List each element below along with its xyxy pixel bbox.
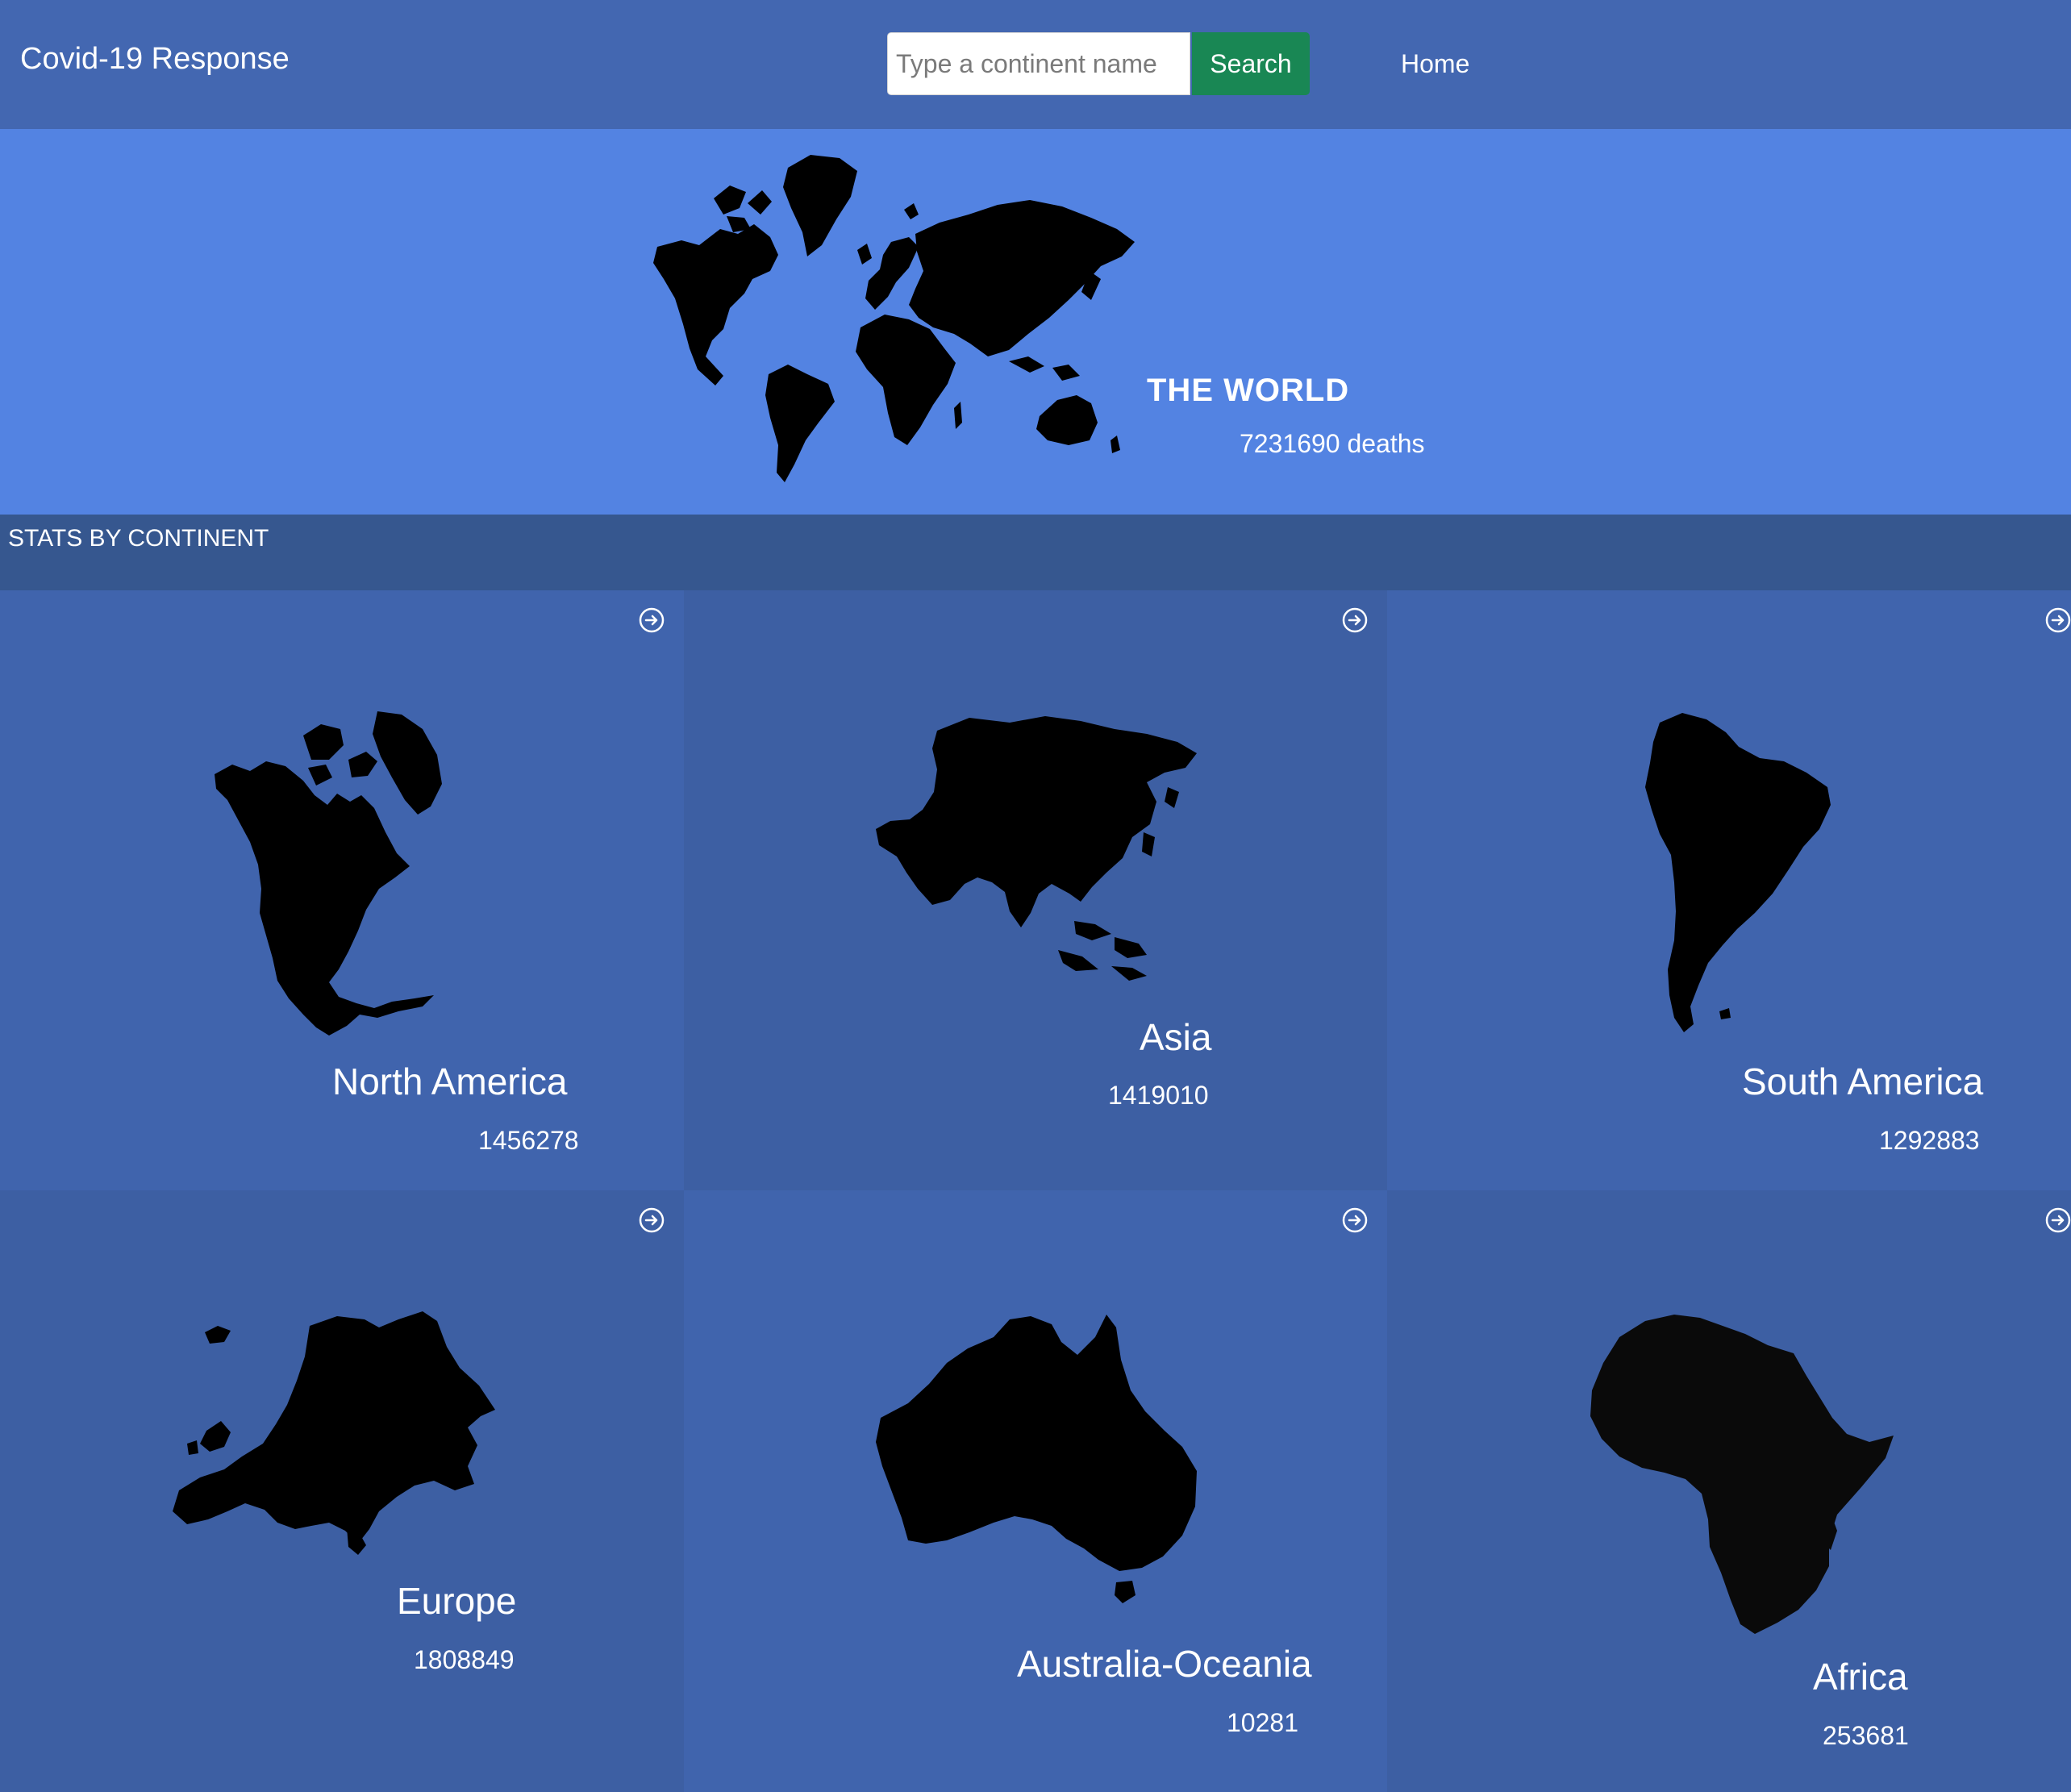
world-title: THE WORLD (1147, 373, 1350, 408)
continent-name: Africa (1813, 1656, 1908, 1698)
asia-map-icon (876, 716, 1197, 981)
south-america-map-icon (1645, 713, 1831, 1032)
europe-map-icon (173, 1311, 495, 1555)
continent-name: South America (1742, 1061, 1984, 1102)
continent-card-europe[interactable]: Europe 1808849 (0, 1190, 684, 1792)
continent-card-asia[interactable]: Asia 1419010 (684, 590, 1387, 1190)
continent-name: Europe (397, 1580, 517, 1622)
world-hero: THE WORLD 7231690 deaths (0, 129, 2071, 515)
australia-map-icon (876, 1315, 1197, 1603)
world-deaths: 7231690 deaths (1240, 429, 1425, 458)
continent-count: 1292883 (1879, 1126, 1980, 1155)
arrow-circle-icon[interactable] (1341, 1206, 1369, 1234)
arrow-circle-icon[interactable] (638, 1206, 665, 1234)
section-title: STATS BY CONTINENT (8, 525, 269, 552)
continent-count: 1419010 (1108, 1081, 1209, 1110)
continent-name: Asia (1140, 1016, 1212, 1058)
home-link[interactable]: Home (1401, 49, 1469, 79)
continent-count: 1456278 (478, 1126, 579, 1155)
arrow-circle-icon[interactable] (2044, 1206, 2071, 1234)
search-button[interactable]: Search (1192, 32, 1310, 95)
continent-count: 10281 (1227, 1708, 1298, 1737)
africa-map-icon (1590, 1315, 1894, 1634)
section-header: STATS BY CONTINENT (0, 515, 2071, 590)
continent-name: North America (332, 1061, 568, 1102)
continent-name: Australia-Oceania (1017, 1643, 1312, 1685)
world-map-icon (653, 155, 1135, 482)
continent-card-australia-oceania[interactable]: Australia-Oceania 10281 (684, 1190, 1387, 1792)
arrow-circle-icon[interactable] (638, 606, 665, 634)
north-america-map-icon (215, 711, 442, 1036)
continent-card-africa[interactable]: Africa 253681 (1387, 1190, 2071, 1792)
continent-count: 1808849 (414, 1645, 515, 1674)
arrow-circle-icon[interactable] (2044, 606, 2071, 634)
brand-title[interactable]: Covid-19 Response (20, 42, 290, 77)
navbar: Covid-19 Response Search Home (0, 0, 2071, 129)
arrow-circle-icon[interactable] (1341, 606, 1369, 634)
continent-card-south-america[interactable]: South America 1292883 (1387, 590, 2071, 1190)
continent-card-north-america[interactable]: North America 1456278 (0, 590, 684, 1190)
search-input[interactable] (887, 32, 1190, 95)
continent-count: 253681 (1823, 1721, 1909, 1750)
